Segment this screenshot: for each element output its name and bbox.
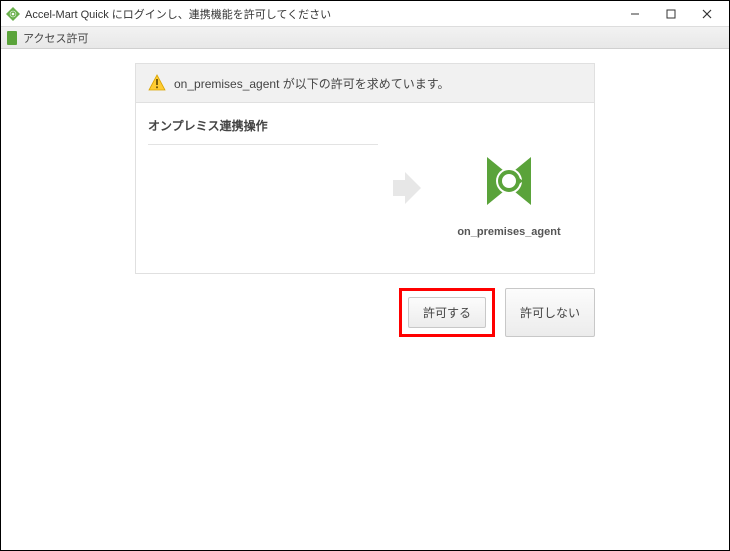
allow-button[interactable]: 許可する — [408, 297, 486, 328]
warning-icon — [148, 74, 166, 92]
window-controls — [617, 3, 725, 25]
permission-icon — [7, 31, 17, 45]
app-icon — [5, 6, 21, 22]
sub-toolbar-label: アクセス許可 — [23, 30, 88, 46]
dialog-request-text: on_premises_agent が以下の許可を求めています。 — [174, 75, 450, 92]
maximize-button[interactable] — [653, 3, 689, 25]
permission-item: オンプレミス連携操作 — [148, 117, 378, 145]
sub-toolbar: アクセス許可 — [1, 27, 729, 49]
close-button[interactable] — [689, 3, 725, 25]
window-title: Accel-Mart Quick にログインし、連携機能を許可してください — [25, 6, 617, 22]
minimize-button[interactable] — [617, 3, 653, 25]
agent-name: on_premises_agent — [457, 226, 560, 238]
permission-list: オンプレミス連携操作 — [136, 103, 390, 273]
dialog-body: オンプレミス連携操作 on_premises_agent — [136, 103, 594, 273]
agent-logo-icon — [477, 149, 541, 216]
arrow-icon — [390, 103, 424, 273]
dialog-button-row: 許可する 許可しない — [135, 288, 595, 337]
permission-dialog: on_premises_agent が以下の許可を求めています。 オンプレミス連… — [135, 63, 595, 274]
window-titlebar: Accel-Mart Quick にログインし、連携機能を許可してください — [1, 1, 729, 27]
content-area: on_premises_agent が以下の許可を求めています。 オンプレミス連… — [1, 53, 729, 550]
highlight-allow: 許可する — [399, 288, 495, 337]
agent-panel: on_premises_agent — [424, 103, 594, 273]
deny-button[interactable]: 許可しない — [505, 288, 595, 337]
dialog-header: on_premises_agent が以下の許可を求めています。 — [136, 64, 594, 103]
